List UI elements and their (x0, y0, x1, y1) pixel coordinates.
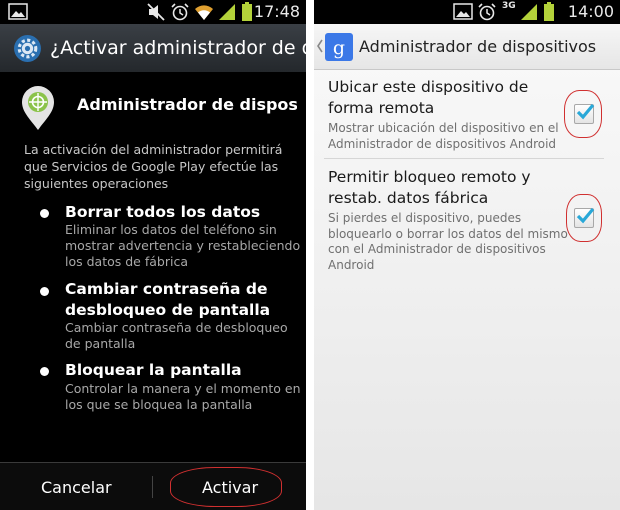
network-type: 3G (502, 1, 516, 11)
dialog-title: ¿Activar administrador de di... (50, 37, 306, 59)
cancel-button[interactable]: Cancelar (41, 478, 112, 497)
device-manager-app-icon (22, 86, 54, 130)
clock: 17:48 (253, 2, 300, 21)
list-divider (324, 158, 604, 159)
bullet-icon (40, 367, 49, 376)
bullet-icon (40, 287, 49, 296)
activate-button[interactable]: Activar (202, 478, 258, 497)
button-divider (152, 476, 153, 498)
setting-title: Permitir bloqueo remoto y restab. datos … (328, 168, 531, 207)
dialog-header: ¿Activar administrador de di... (0, 24, 306, 72)
gallery-notification-icon (8, 3, 28, 20)
alarm-icon (171, 3, 189, 21)
device-manager-settings-screen: 3G 14:00 g Administrador de dispositivos… (314, 0, 620, 510)
permission-description: Cambiar contraseña de desbloqueo de pant… (65, 320, 288, 351)
intro-text: La activación del administrador permitir… (24, 142, 283, 191)
mute-icon (147, 3, 165, 21)
device-admin-activation-screen: 17:48 ¿Activar administrador de di... Ad… (0, 0, 306, 510)
battery-icon (242, 2, 252, 21)
signal-icon (521, 4, 537, 20)
permission-title: Borrar todos los datos (65, 203, 261, 221)
permission-title: Bloquear la pantalla (65, 361, 242, 379)
permission-description: Eliminar los datos del teléfono sin most… (65, 222, 301, 269)
google-settings-icon[interactable]: g (325, 33, 353, 61)
battery-icon (544, 2, 554, 21)
signal-icon (219, 4, 235, 20)
permission-title: Cambiar contraseña de desbloqueo de pant… (65, 280, 271, 319)
action-bar-title: Administrador de dispositivos (359, 37, 597, 56)
wifi-icon (195, 5, 213, 21)
clock: 14:00 (567, 2, 614, 21)
up-caret-icon[interactable] (316, 38, 324, 54)
status-bar: 17:48 (0, 0, 306, 24)
action-bar: g Administrador de dispositivos (314, 24, 620, 70)
alarm-icon (478, 3, 496, 21)
annotation-circle (566, 194, 602, 242)
app-title: Administrador de dispositi... (77, 95, 297, 114)
permission-description: Controlar la manera y el momento en los … (65, 381, 301, 412)
settings-gear-icon (14, 35, 41, 62)
annotation-circle (564, 90, 602, 138)
bullet-icon (40, 209, 49, 218)
svg-text:g: g (333, 37, 345, 59)
setting-summary: Si pierdes el dispositivo, puedes bloque… (328, 211, 568, 272)
status-bar: 3G 14:00 (314, 0, 620, 24)
gallery-notification-icon (453, 3, 473, 20)
setting-summary: Mostrar ubicación del dispositivo en el … (328, 121, 559, 151)
setting-title: Ubicar este dispositivo de forma remota (328, 78, 529, 117)
